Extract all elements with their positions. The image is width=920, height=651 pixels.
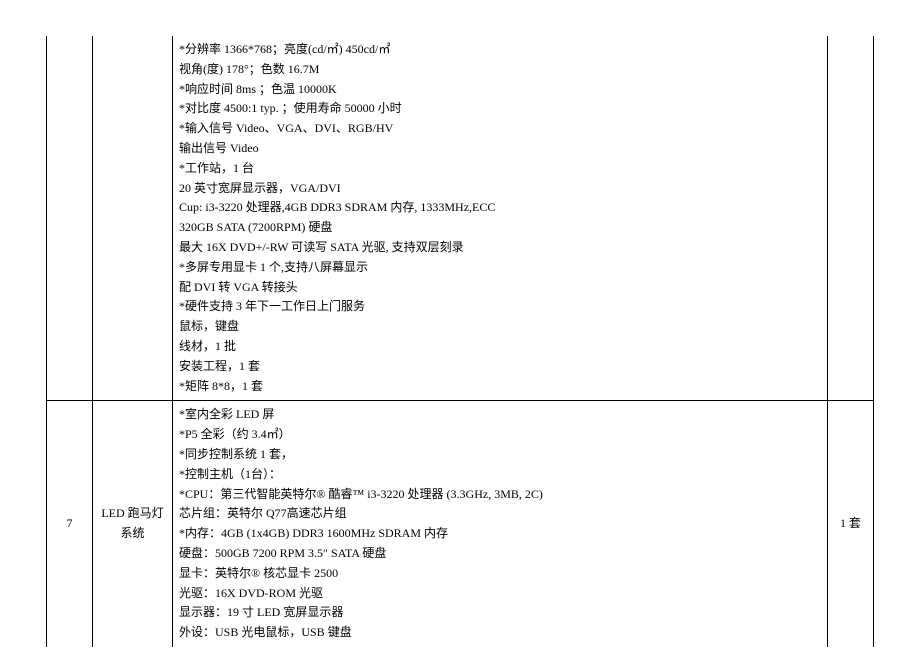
- cell-spec: *室内全彩 LED 屏*P5 全彩（约 3.4㎡）*同步控制系统 1 套，*控制…: [173, 401, 828, 647]
- table-row: *分辨率 1366*768；亮度(cd/㎡) 450cd/㎡视角(度) 178°…: [47, 36, 874, 401]
- cell-index: [47, 36, 93, 401]
- cell-item-name: LED 跑马灯系统: [93, 401, 173, 647]
- cell-qty: 1 套: [828, 401, 874, 647]
- spec-table: *分辨率 1366*768；亮度(cd/㎡) 450cd/㎡视角(度) 178°…: [46, 36, 874, 647]
- cell-item-name: [93, 36, 173, 401]
- cell-qty: [828, 36, 874, 401]
- cell-spec: *分辨率 1366*768；亮度(cd/㎡) 450cd/㎡视角(度) 178°…: [173, 36, 828, 401]
- table-row: 7 LED 跑马灯系统 *室内全彩 LED 屏*P5 全彩（约 3.4㎡）*同步…: [47, 401, 874, 647]
- cell-index: 7: [47, 401, 93, 647]
